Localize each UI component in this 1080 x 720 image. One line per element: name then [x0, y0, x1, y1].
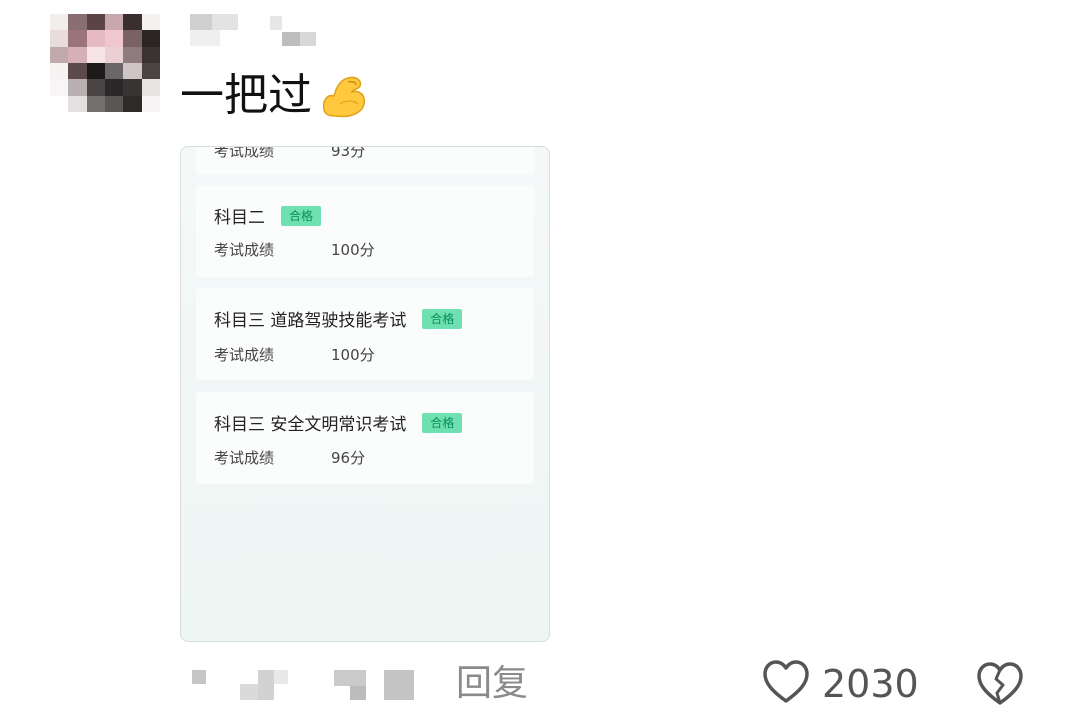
broken-heart-icon[interactable]: [976, 661, 1024, 711]
reply-button[interactable]: 回复: [456, 662, 528, 706]
result-card: 科目三 安全文明常识考试 合格 考试成绩 96分: [196, 392, 534, 484]
subject-name: 科目二: [214, 208, 265, 228]
comment-text: 一把过: [180, 68, 370, 124]
flexed-biceps-emoji-icon: [318, 70, 370, 122]
like-button[interactable]: 2030: [762, 658, 919, 710]
pass-badge: 合格: [281, 205, 322, 226]
result-card: 科目三 道路驾驶技能考试 合格 考试成绩 100分: [196, 288, 534, 380]
subject-name: 科目三 道路驾驶技能考试: [214, 311, 407, 331]
avatar[interactable]: [50, 14, 160, 112]
score-value: 96分: [331, 449, 366, 467]
subject-name: 科目三 安全文明常识考试: [214, 415, 407, 435]
pass-badge: 合格: [422, 308, 463, 329]
result-card-cutoff: 考试成绩 93分: [196, 146, 534, 175]
score-value: 100分: [331, 346, 375, 364]
like-count: 2030: [822, 662, 919, 706]
username-blurred[interactable]: [190, 14, 320, 50]
pass-badge: 合格: [422, 412, 463, 433]
score-value: 100分: [331, 241, 375, 259]
heart-outline-icon: [762, 659, 810, 709]
exam-results-screenshot[interactable]: 考试成绩 93分 科目二 合格 考试成绩 100分 科目三 道路驾驶技能考试 合…: [180, 146, 550, 642]
score-label: 考试成绩: [214, 346, 275, 364]
result-card: 科目二 合格 考试成绩 100分: [196, 185, 534, 277]
comment-body: 一把过: [180, 70, 312, 121]
score-label: 考试成绩: [214, 241, 275, 259]
score-label: 考试成绩: [214, 146, 275, 160]
score-label: 考试成绩: [214, 449, 275, 467]
score-value: 93分: [331, 146, 366, 160]
